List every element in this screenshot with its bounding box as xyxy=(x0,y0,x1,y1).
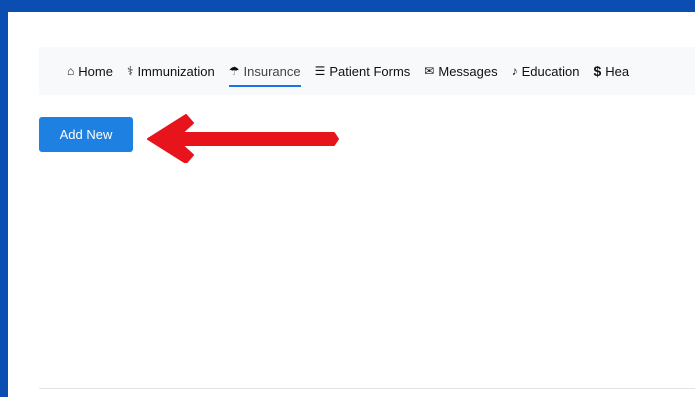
bottom-divider xyxy=(39,388,695,389)
nav-item-health[interactable]: $ Hea xyxy=(593,47,629,95)
umbrella-icon: ☂ xyxy=(228,64,240,78)
content-panel: ⌂ Home ⚕ Immunization ☂ Insurance ☰ Pati… xyxy=(8,12,695,397)
home-icon: ⌂ xyxy=(67,64,75,78)
bell-icon: ♪ xyxy=(511,64,518,78)
nav-item-patient-forms[interactable]: ☰ Patient Forms xyxy=(315,47,411,95)
nav-item-education[interactable]: ♪ Education xyxy=(512,47,580,95)
add-new-button[interactable]: Add New xyxy=(39,117,133,152)
nav-item-label: Immunization xyxy=(137,63,215,79)
nav-item-label: Education xyxy=(521,63,580,79)
envelope-icon: ✉ xyxy=(424,64,435,78)
nav-item-label: Messages xyxy=(438,63,498,79)
list-icon: ☰ xyxy=(314,64,326,78)
nav-item-insurance[interactable]: ☂ Insurance xyxy=(228,47,301,95)
nav-item-messages[interactable]: ✉ Messages xyxy=(424,47,497,95)
nav-item-label: Hea xyxy=(605,63,630,79)
red-arrow-annotation xyxy=(147,114,339,163)
top-navbar: ⌂ Home ⚕ Immunization ☂ Insurance ☰ Pati… xyxy=(39,47,695,95)
nav-item-immunization[interactable]: ⚕ Immunization xyxy=(127,47,215,95)
nav-item-home[interactable]: ⌂ Home xyxy=(67,47,113,95)
dollar-icon: $ xyxy=(593,63,602,79)
nav-item-label: Home xyxy=(78,63,113,79)
nav-item-label: Insurance xyxy=(243,63,301,79)
nav-item-label: Patient Forms xyxy=(329,63,411,79)
stethoscope-icon: ⚕ xyxy=(126,64,134,78)
